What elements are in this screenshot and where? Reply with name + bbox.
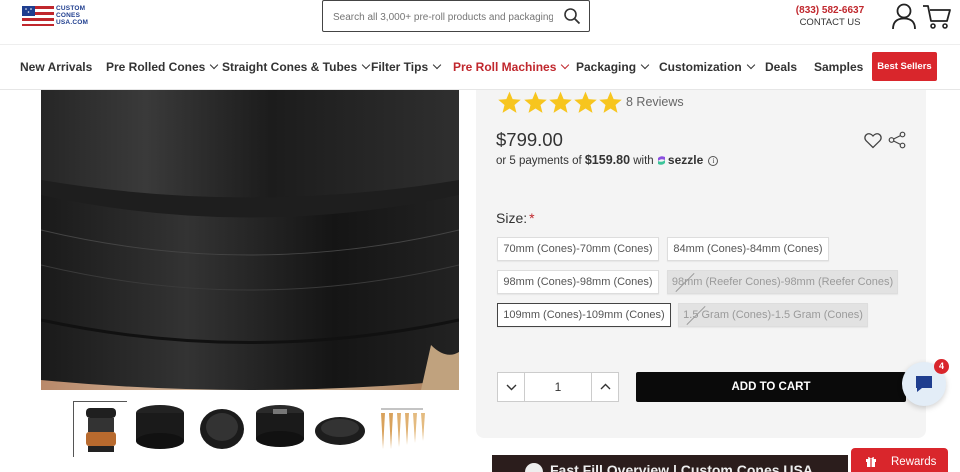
star-icon: [599, 91, 622, 113]
search-input[interactable]: [333, 8, 553, 26]
cart-icon[interactable]: [922, 3, 952, 31]
required-marker: *: [529, 210, 535, 226]
chevron-down-icon: [210, 60, 219, 70]
nav-item-packaging[interactable]: Packaging: [576, 60, 650, 74]
chevron-down-icon: [506, 384, 517, 391]
chevron-down-icon: [432, 60, 442, 70]
contact-us-link[interactable]: CONTACT US: [790, 17, 870, 28]
thumbnail-strip: [73, 401, 433, 458]
size-option-98mm[interactable]: 98mm (Cones)-98mm (Cones): [497, 270, 659, 294]
add-to-cart-button[interactable]: ADD TO CART: [636, 372, 906, 402]
nav-item-customization[interactable]: Customization: [659, 60, 755, 74]
star-icon: [549, 91, 572, 113]
rewards-label: Rewards: [891, 456, 937, 468]
top-bar: CUSTOM CONES USA.COM (833) 582-6637 CONT…: [0, 0, 960, 44]
installment-amount: $159.80: [584, 153, 631, 167]
thumbnail-1[interactable]: [73, 401, 128, 458]
thumbnail-6[interactable]: [373, 401, 427, 457]
thumbnail-3[interactable]: [195, 401, 249, 457]
chevron-down-icon: [640, 60, 650, 70]
size-option-84mm[interactable]: 84mm (Cones)-84mm (Cones): [667, 237, 829, 261]
phone-number[interactable]: (833) 582-6637: [790, 5, 870, 16]
logo-line-3: USA.COM: [56, 19, 89, 26]
size-option-70mm[interactable]: 70mm (Cones)-70mm (Cones): [497, 237, 659, 261]
quantity-input[interactable]: 1: [525, 373, 591, 401]
thumbnail-2[interactable]: [133, 401, 187, 457]
product-photo: [41, 90, 459, 390]
sezzle-brand: sezzle: [667, 153, 704, 167]
reviews-link[interactable]: 8 Reviews: [626, 95, 684, 109]
info-icon[interactable]: i: [708, 156, 719, 166]
nav-item-filter-tips[interactable]: Filter Tips: [371, 60, 442, 74]
logo-line-2: CONES: [56, 12, 81, 19]
size-option-1-5-gram: 1.5 Gram (Cones)-1.5 Gram (Cones): [678, 303, 868, 327]
nav-item-deals[interactable]: Deals: [765, 60, 797, 74]
quantity-decrease-button[interactable]: [498, 373, 525, 401]
search-icon[interactable]: [563, 7, 581, 25]
chevron-up-icon: [600, 383, 611, 390]
gift-icon: [866, 457, 876, 467]
rewards-button[interactable]: Rewards: [851, 448, 948, 472]
site-logo[interactable]: CUSTOM CONES USA.COM: [22, 4, 94, 30]
chat-unread-badge: 4: [934, 359, 949, 374]
sezzle-logo-icon: [657, 156, 665, 165]
search-bar: [322, 0, 590, 32]
video-channel-icon: [525, 463, 543, 472]
quantity-stepper: 1: [497, 372, 619, 402]
chevron-down-icon: [561, 60, 570, 70]
thumbnail-4[interactable]: [253, 401, 307, 457]
heart-icon[interactable]: [864, 132, 882, 149]
star-icon: [498, 91, 521, 113]
logo-line-1: CUSTOM: [56, 5, 86, 12]
size-option-109mm[interactable]: 109mm (Cones)-109mm (Cones): [497, 303, 671, 327]
nav-item-pre-roll-machines[interactable]: Pre Roll Machines: [453, 60, 570, 74]
star-icon: [524, 91, 547, 113]
chevron-down-icon: [361, 60, 371, 70]
chevron-down-icon: [746, 60, 755, 70]
contact-block[interactable]: (833) 582-6637 CONTACT US: [790, 5, 870, 28]
nav-item-samples[interactable]: Samples: [814, 60, 863, 74]
nav-item-straight-cones-tubes[interactable]: Straight Cones & Tubes: [222, 60, 371, 74]
product-price: $799.00: [496, 129, 563, 150]
thumbnail-5[interactable]: [313, 401, 367, 457]
quantity-increase-button[interactable]: [591, 373, 618, 401]
video-title: Fast Fill Overview | Custom Cones USA: [550, 462, 813, 472]
installment-payments: or 5 payments of $159.80 with sezzle i: [496, 153, 719, 167]
nav-item-new-arrivals[interactable]: New Arrivals: [20, 60, 92, 74]
star-icon: [574, 91, 597, 113]
size-label: Size: *: [496, 210, 535, 226]
best-sellers-button[interactable]: Best Sellers: [872, 52, 937, 81]
video-preview[interactable]: Fast Fill Overview | Custom Cones USA: [492, 455, 848, 472]
nav-item-pre-rolled-cones[interactable]: Pre Rolled Cones: [106, 60, 219, 74]
share-icon[interactable]: [888, 131, 906, 149]
product-main-image[interactable]: [41, 90, 459, 390]
account-icon[interactable]: [890, 2, 918, 30]
size-option-98mm-reefer: 98mm (Reefer Cones)-98mm (Reefer Cones): [667, 270, 898, 294]
main-nav: New Arrivals Pre Rolled Cones Straight C…: [0, 44, 960, 90]
flag-logo-icon: [22, 6, 54, 26]
